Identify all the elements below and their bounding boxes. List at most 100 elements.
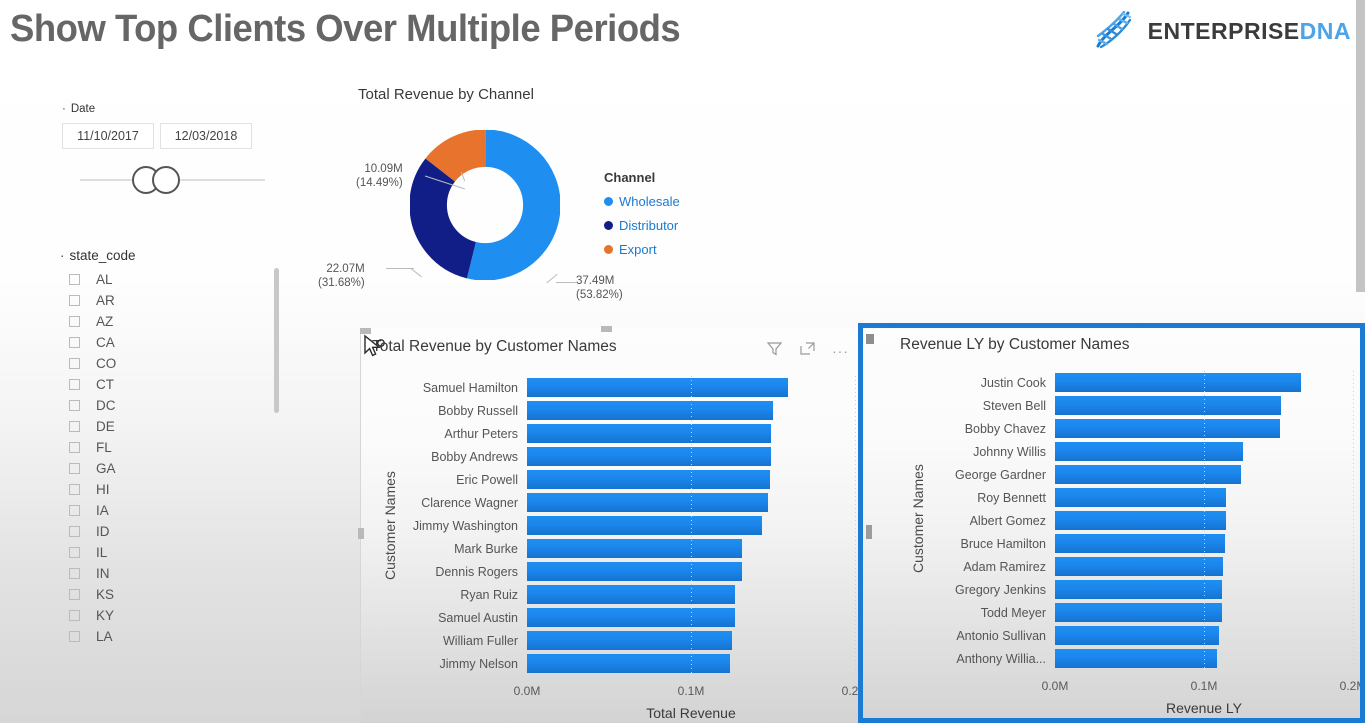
bar-fill[interactable]	[527, 539, 742, 558]
state-code-item[interactable]: ID	[60, 521, 290, 542]
bar-chart-row[interactable]: Todd Meyer	[933, 601, 1353, 624]
bar-chart-row[interactable]: William Fuller	[405, 629, 855, 652]
state-code-checkbox[interactable]	[69, 274, 80, 285]
state-code-item[interactable]: GA	[60, 458, 290, 479]
state-code-checkbox[interactable]	[69, 631, 80, 642]
bar-fill[interactable]	[527, 585, 736, 604]
state-code-checkbox[interactable]	[69, 379, 80, 390]
state-code-item[interactable]: CO	[60, 353, 290, 374]
bar-fill[interactable]	[1055, 488, 1227, 507]
bar-chart-row[interactable]: Bruce Hamilton	[933, 532, 1353, 555]
bar-fill[interactable]	[1055, 557, 1224, 576]
bar-fill[interactable]	[527, 470, 770, 489]
bar-chart-row[interactable]: Samuel Hamilton	[405, 376, 855, 399]
bar-fill[interactable]	[527, 562, 742, 581]
date-range-inputs[interactable]: 11/10/2017 12/03/2018	[62, 123, 282, 149]
bar-fill[interactable]	[1055, 603, 1222, 622]
date-range-slider[interactable]	[80, 163, 265, 197]
slider-handle-end[interactable]	[152, 166, 180, 194]
donut-chart-visual[interactable]: Total Revenue by Channel 10.09M (14.49%)…	[318, 86, 858, 318]
state-code-checkbox[interactable]	[69, 442, 80, 453]
state-code-checkbox[interactable]	[69, 421, 80, 432]
bar-chart-row[interactable]: Adam Ramirez	[933, 555, 1353, 578]
state-code-checkbox[interactable]	[69, 610, 80, 621]
bar-chart-row[interactable]: Dennis Rogers	[405, 560, 855, 583]
bar-chart-row[interactable]: Antonio Sullivan	[933, 624, 1353, 647]
donut-slice-export[interactable]	[410, 130, 560, 280]
resize-handle-middle-left[interactable]	[358, 528, 364, 539]
bar-fill[interactable]	[527, 447, 772, 466]
bar-chart-row[interactable]: Anthony Willia...	[933, 647, 1353, 670]
bar-chart-row[interactable]: Jimmy Washington	[405, 514, 855, 537]
date-slicer[interactable]: Date 11/10/2017 12/03/2018	[62, 103, 282, 197]
bar-chart-row[interactable]: Albert Gomez	[933, 509, 1353, 532]
state-code-item[interactable]: KY	[60, 605, 290, 626]
left-visual-header-icons[interactable]: ···	[766, 340, 849, 362]
date-end-input[interactable]: 12/03/2018	[160, 123, 252, 149]
state-code-checkbox[interactable]	[69, 337, 80, 348]
bar-fill[interactable]	[1055, 419, 1280, 438]
bar-chart-row[interactable]: Gregory Jenkins	[933, 578, 1353, 601]
state-code-checkbox[interactable]	[69, 295, 80, 306]
state-code-item[interactable]: CT	[60, 374, 290, 395]
state-code-item[interactable]: DE	[60, 416, 290, 437]
legend-item-export[interactable]: Export	[604, 242, 680, 257]
bar-fill[interactable]	[527, 654, 731, 673]
bar-fill[interactable]	[527, 424, 772, 443]
bar-fill[interactable]	[1055, 396, 1282, 415]
state-code-slicer[interactable]: state_code AL AR AZ CA CO CT DC DE FL GA HI IA ID IL I…	[60, 248, 290, 647]
bar-chart-row[interactable]: Bobby Russell	[405, 399, 855, 422]
state-code-checkbox[interactable]	[69, 547, 80, 558]
bar-chart-row[interactable]: Steven Bell	[933, 394, 1353, 417]
total-revenue-by-customer-visual[interactable]: Total Revenue by Customer Names ··· Cust…	[360, 328, 868, 723]
bar-fill[interactable]	[1055, 626, 1219, 645]
state-code-item[interactable]: FL	[60, 437, 290, 458]
focus-mode-icon[interactable]	[799, 340, 816, 362]
bar-chart-row[interactable]: Johnny Willis	[933, 440, 1353, 463]
state-code-checkbox[interactable]	[69, 505, 80, 516]
bar-chart-row[interactable]: Bobby Chavez	[933, 417, 1353, 440]
state-code-item[interactable]: IL	[60, 542, 290, 563]
bar-chart-row[interactable]: Roy Bennett	[933, 486, 1353, 509]
state-code-item[interactable]: IN	[60, 563, 290, 584]
bar-fill[interactable]	[527, 608, 736, 627]
right-resize-handle-top-left[interactable]	[866, 334, 874, 344]
bar-chart-row[interactable]: Samuel Austin	[405, 606, 855, 629]
bar-chart-row[interactable]: Ryan Ruiz	[405, 583, 855, 606]
right-chart-plot[interactable]: Justin Cook Steven Bell Bobby Chavez Johnny…	[933, 371, 1365, 716]
state-code-item[interactable]: AR	[60, 290, 290, 311]
state-code-item[interactable]: DC	[60, 395, 290, 416]
bar-fill[interactable]	[527, 631, 732, 650]
legend-item-distributor[interactable]: Distributor	[604, 218, 680, 233]
left-chart-plot[interactable]: Samuel Hamilton Bobby Russell Arthur Peter…	[405, 376, 868, 721]
state-code-checkbox[interactable]	[69, 400, 80, 411]
bar-fill[interactable]	[1055, 534, 1225, 553]
page-scrollbar-thumb[interactable]	[1356, 0, 1365, 292]
legend-item-wholesale[interactable]: Wholesale	[604, 194, 680, 209]
state-code-checkbox[interactable]	[69, 463, 80, 474]
bar-fill[interactable]	[527, 401, 773, 420]
funnel-icon[interactable]	[766, 340, 783, 362]
state-code-checkbox[interactable]	[69, 568, 80, 579]
right-resize-handle-middle-left[interactable]	[866, 525, 872, 539]
bar-fill[interactable]	[1055, 465, 1242, 484]
bar-chart-row[interactable]: Justin Cook	[933, 371, 1353, 394]
bar-fill[interactable]	[1055, 511, 1227, 530]
state-code-checkbox[interactable]	[69, 358, 80, 369]
state-code-checkbox[interactable]	[69, 526, 80, 537]
bar-chart-row[interactable]: Clarence Wagner	[405, 491, 855, 514]
state-code-item[interactable]: KS	[60, 584, 290, 605]
bar-chart-row[interactable]: Eric Powell	[405, 468, 855, 491]
bar-chart-row[interactable]: Arthur Peters	[405, 422, 855, 445]
bar-chart-row[interactable]: George Gardner	[933, 463, 1353, 486]
state-list-scrollbar[interactable]	[274, 268, 279, 413]
state-code-item[interactable]: CA	[60, 332, 290, 353]
state-code-item[interactable]: LA	[60, 626, 290, 647]
bar-fill[interactable]	[527, 516, 762, 535]
bar-fill[interactable]	[1055, 649, 1218, 668]
state-code-checkbox[interactable]	[69, 589, 80, 600]
bar-chart-row[interactable]: Jimmy Nelson	[405, 652, 855, 675]
revenue-ly-by-customer-visual[interactable]: Revenue LY by Customer Names Customer Na…	[858, 323, 1365, 723]
state-code-item[interactable]: AZ	[60, 311, 290, 332]
state-code-checkbox[interactable]	[69, 316, 80, 327]
